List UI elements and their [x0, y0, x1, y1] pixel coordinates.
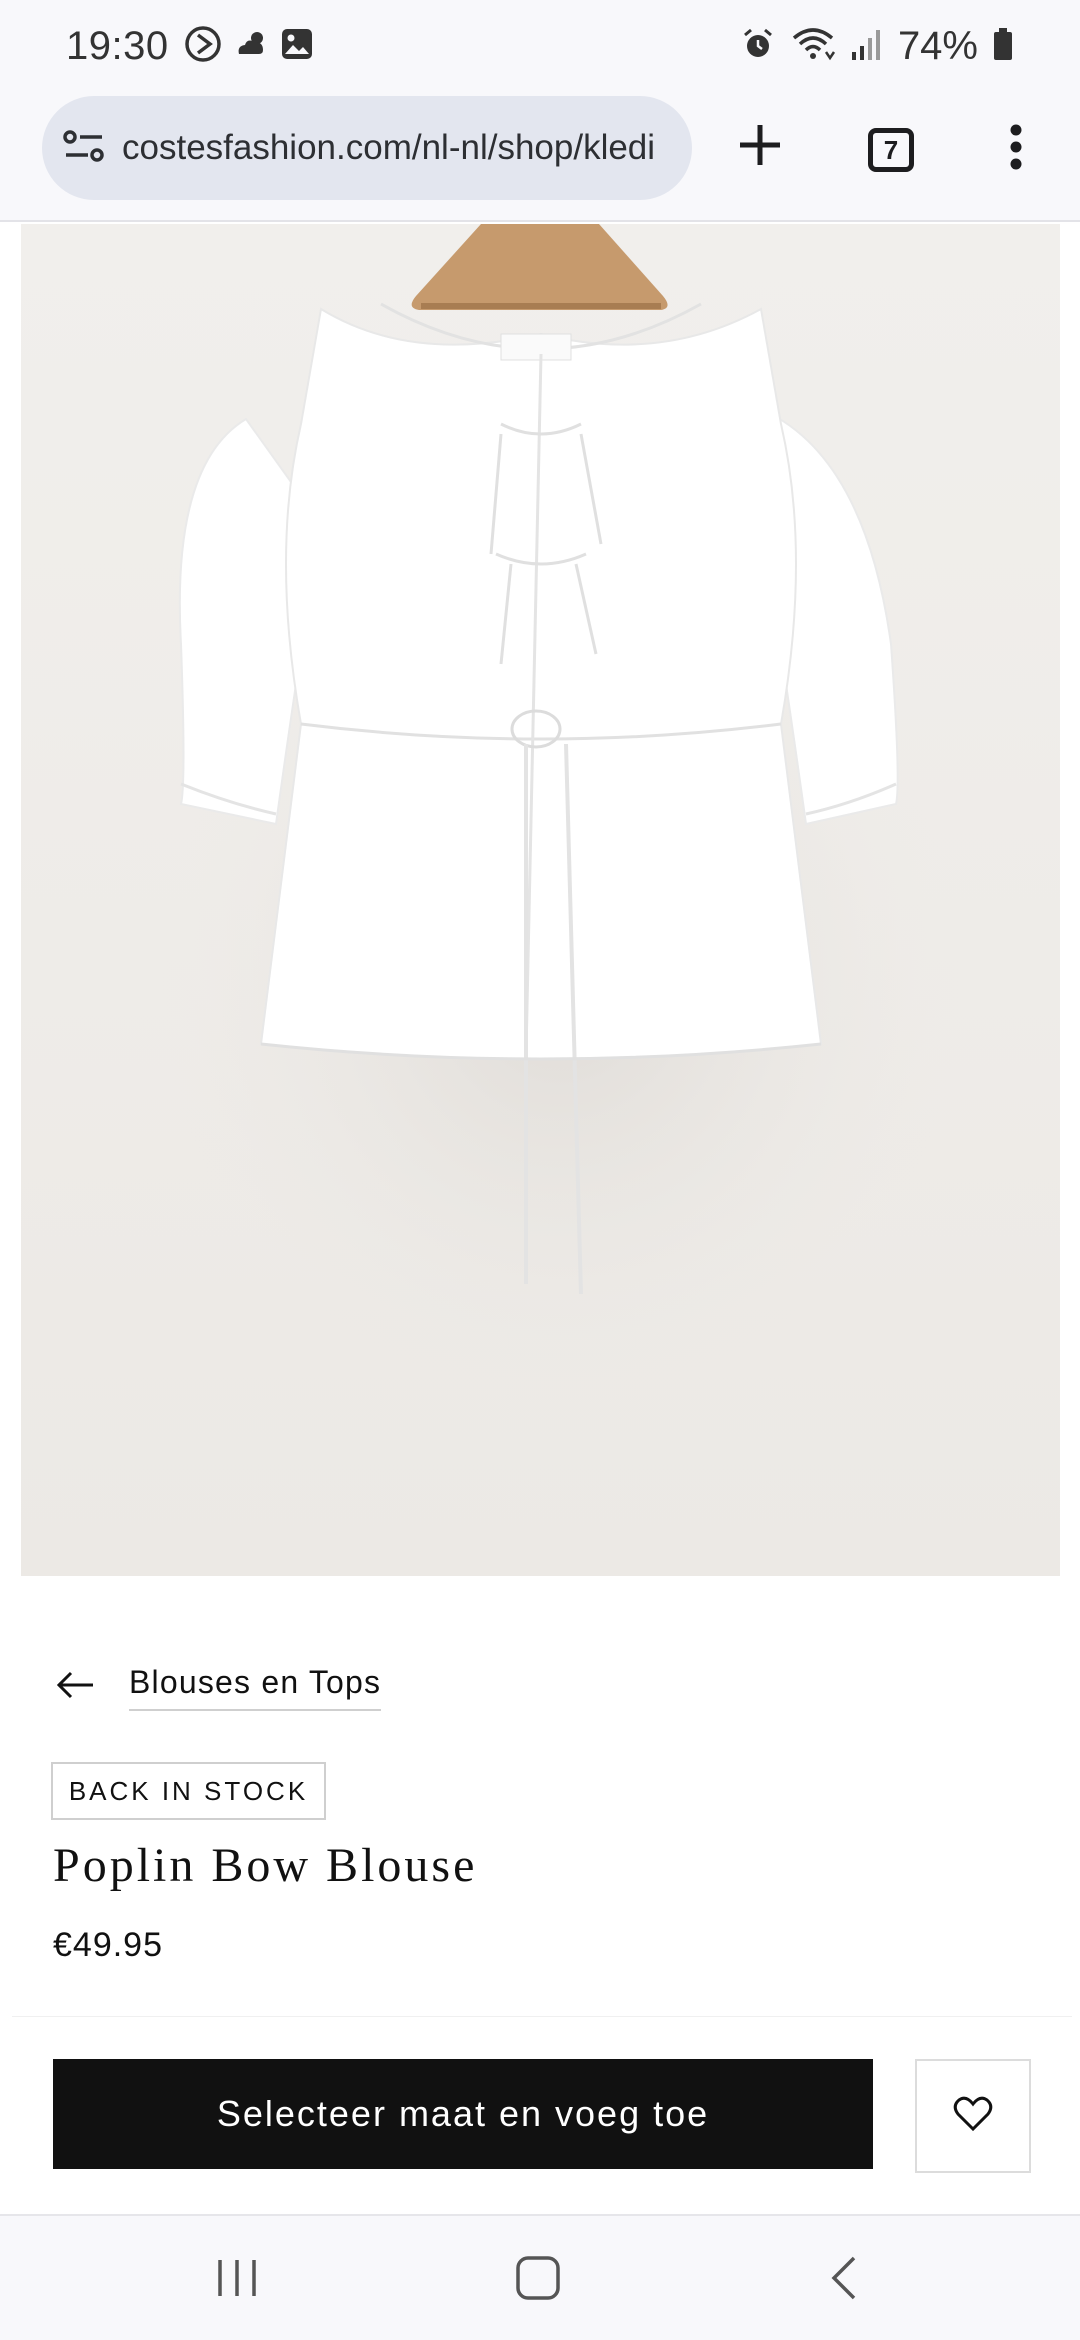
new-tab-button[interactable] — [730, 112, 790, 182]
blouse-illustration — [21, 224, 1060, 1576]
status-icons-right: 74% — [740, 24, 1014, 69]
back-icon[interactable] — [826, 2254, 860, 2307]
battery-percent: 74% — [897, 23, 978, 68]
recent-apps-icon[interactable] — [216, 2256, 258, 2305]
browser-toolbar: costesfashion.com/nl-nl/shop/kledi 7 — [0, 92, 1080, 222]
status-icons-left — [183, 24, 315, 69]
status-bar: 19:30 74% — [0, 0, 1080, 92]
url-text[interactable]: costesfashion.com/nl-nl/shop/kledi — [122, 128, 667, 168]
wishlist-button[interactable] — [915, 2059, 1031, 2173]
breadcrumb-back-link[interactable]: Blouses en Tops — [55, 1662, 382, 1712]
weather-icon — [231, 24, 271, 69]
gallery-icon — [279, 26, 315, 67]
plus-icon — [736, 121, 784, 174]
alarm-icon — [740, 26, 776, 67]
media-session-icon — [183, 24, 223, 69]
home-icon[interactable] — [514, 2254, 562, 2307]
address-bar[interactable]: costesfashion.com/nl-nl/shop/kledi — [42, 96, 692, 200]
breadcrumb-label[interactable]: Blouses en Tops — [129, 1664, 382, 1711]
site-settings-icon[interactable] — [62, 126, 106, 171]
heart-icon — [953, 2096, 993, 2137]
product-title: Poplin Bow Blouse — [53, 1839, 478, 1892]
tab-switcher-button[interactable]: 7 — [868, 128, 914, 172]
system-navigation-bar — [0, 2214, 1080, 2340]
browser-menu-button[interactable] — [996, 116, 1036, 182]
stock-badge: BACK IN STOCK — [51, 1762, 326, 1820]
more-vert-icon — [1009, 123, 1023, 176]
status-time: 19:30 — [66, 23, 169, 68]
product-info: Blouses en Tops BACK IN STOCK Poplin Bow… — [21, 1598, 1060, 2018]
signal-icon — [850, 26, 884, 67]
product-image[interactable] — [21, 224, 1060, 1576]
battery-icon — [992, 26, 1014, 67]
arrow-left-icon — [55, 1669, 95, 1706]
wifi-icon — [790, 26, 836, 67]
product-price: €49.95 — [53, 1926, 163, 1964]
action-bar: Selecteer maat en voeg toe — [12, 2016, 1072, 2214]
add-to-cart-button[interactable]: Selecteer maat en voeg toe — [53, 2059, 873, 2169]
